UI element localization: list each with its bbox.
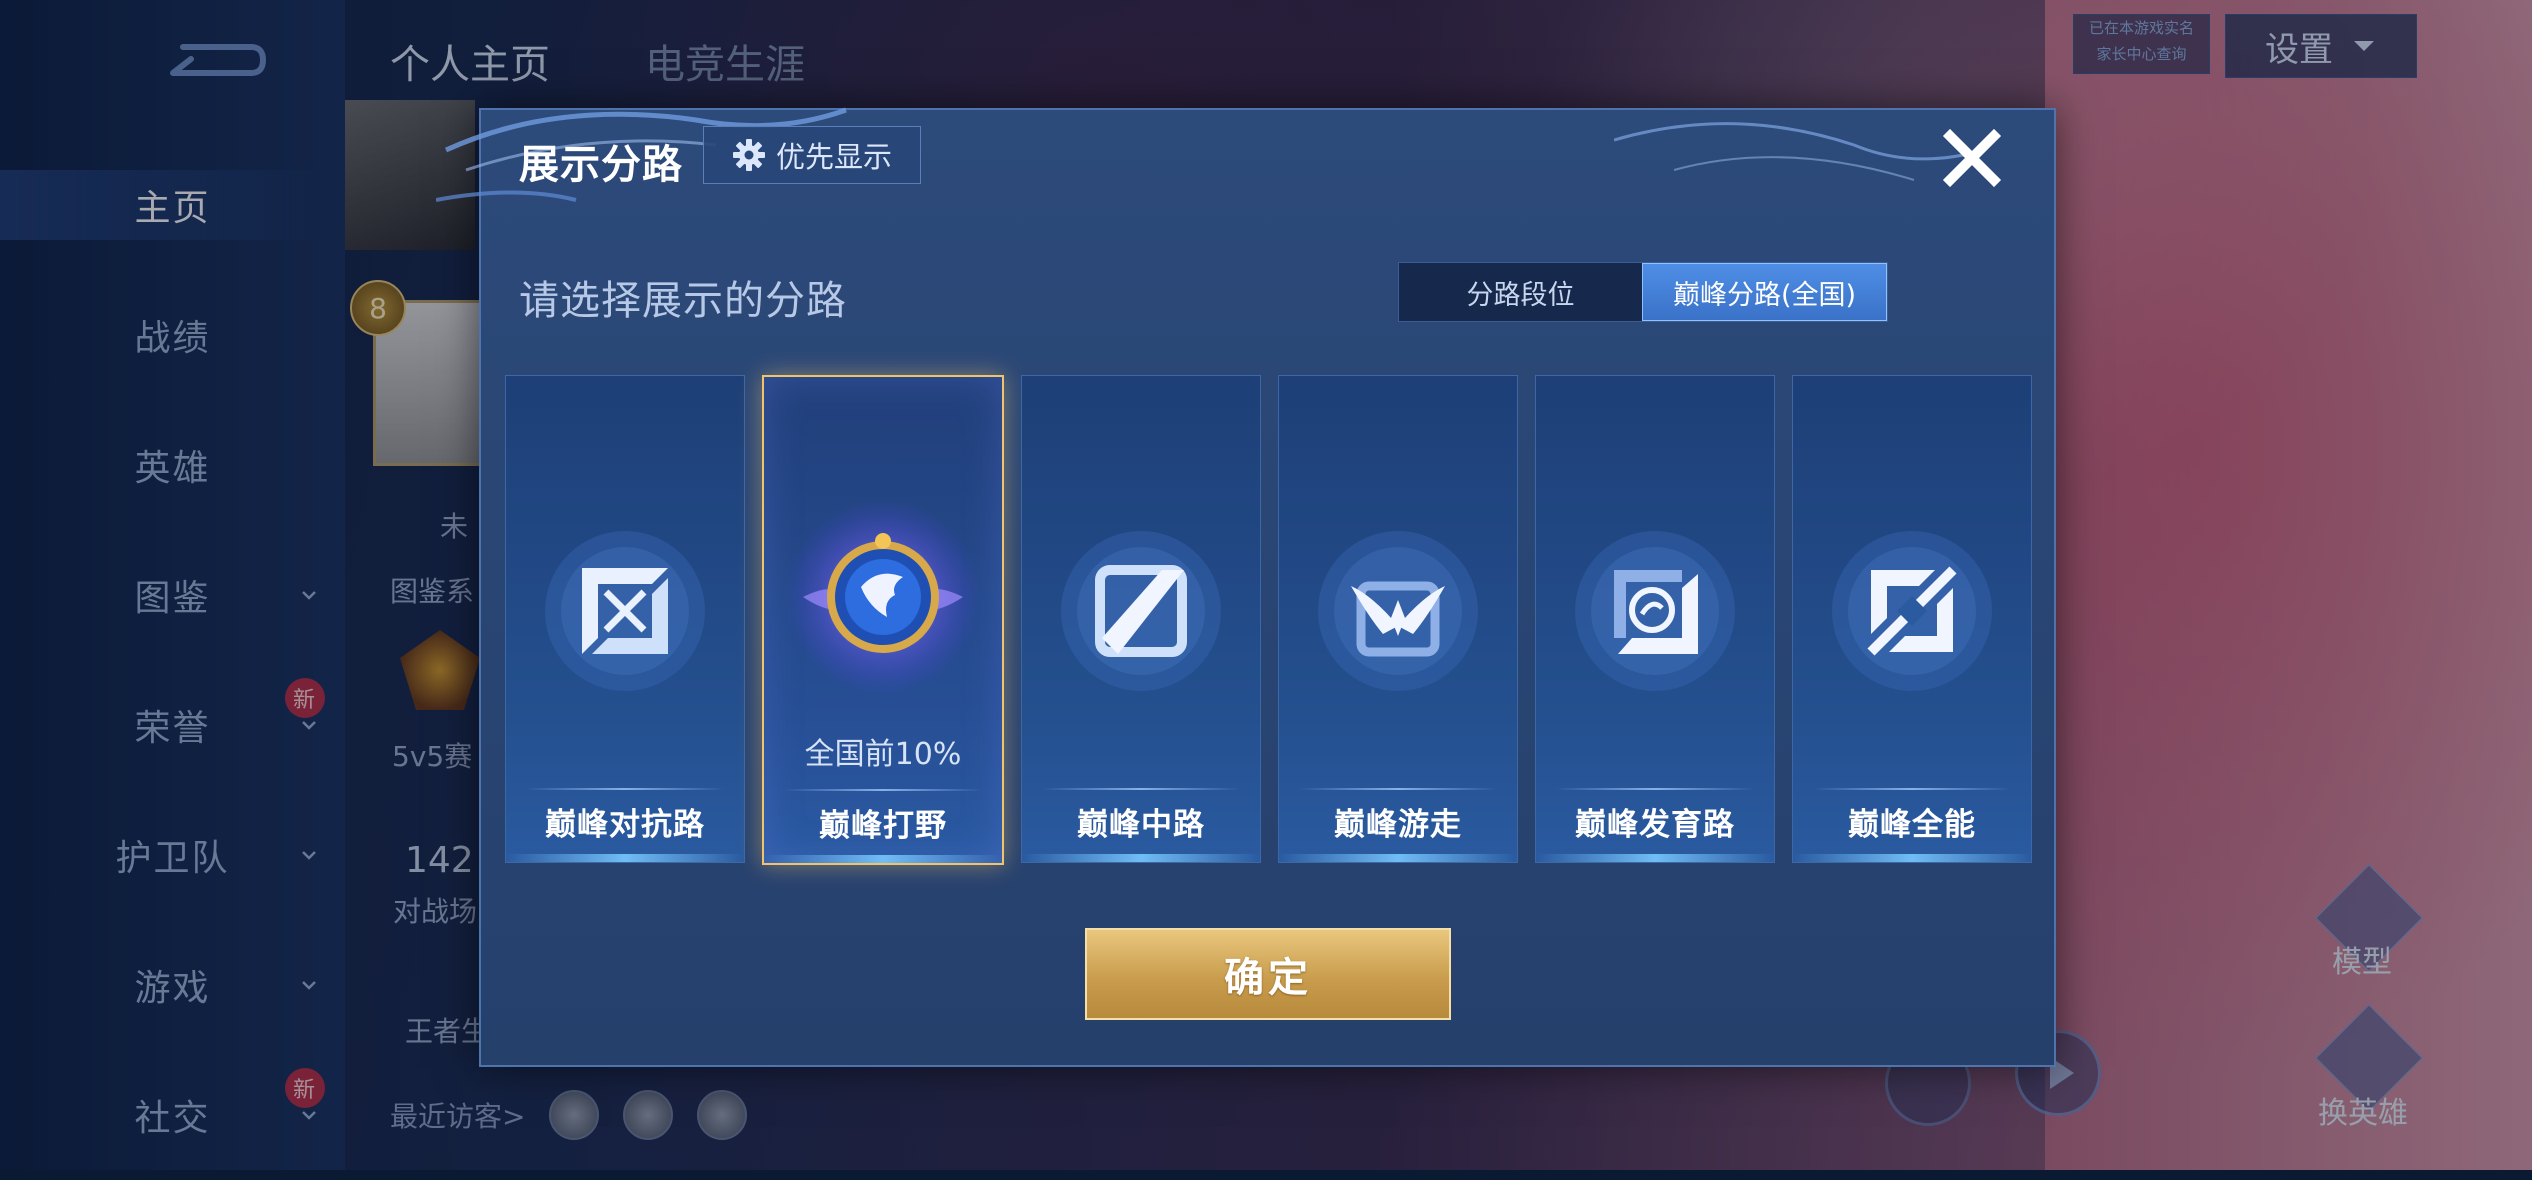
toggle-peak-lane-national[interactable]: 巅峰分路(全国)	[1642, 263, 1887, 321]
lane-name: 巅峰游走	[1334, 807, 1462, 843]
lane-name: 巅峰打野	[819, 808, 947, 844]
lane-card-farm[interactable]: 巅峰发育路	[1535, 375, 1775, 863]
priority-display-button[interactable]: 优先显示	[703, 126, 921, 184]
lane-display-dialog: 展示分路 优先显示 请选择展示的分路 分路段位 巅峰分路(全国) 巅峰对抗路 全…	[436, 107, 2056, 1067]
lane-divider	[1813, 788, 2011, 790]
lane-glow	[1536, 854, 1774, 862]
lane-name: 巅峰全能	[1848, 807, 1976, 843]
lane-card-mid[interactable]: 巅峰中路	[1021, 375, 1261, 863]
confirm-label: 确定	[1224, 955, 1312, 1001]
lane-name: 巅峰中路	[1077, 807, 1205, 843]
lane-glow	[1279, 854, 1517, 862]
lane-divider	[1556, 788, 1754, 790]
gear-icon	[732, 139, 765, 171]
lane-card-roam[interactable]: 巅峰游走	[1278, 375, 1518, 863]
lane-glow	[1793, 854, 2031, 862]
lane-list: 巅峰对抗路 全国前10% 巅峰打野 巅峰中路 巅峰游走 巅峰发育路 巅峰全能	[505, 375, 2032, 865]
lane-divider	[784, 789, 982, 791]
lane-card-clash[interactable]: 巅峰对抗路	[505, 375, 745, 863]
lane-type-toggle: 分路段位 巅峰分路(全国)	[1398, 262, 1888, 322]
clash-lane-icon	[545, 531, 705, 691]
lane-divider	[526, 788, 724, 790]
lane-glow	[1022, 854, 1260, 862]
lane-glow	[506, 854, 744, 862]
lane-glow	[764, 855, 1002, 863]
lane-card-jungle[interactable]: 全国前10% 巅峰打野	[762, 375, 1004, 865]
farm-lane-icon	[1575, 531, 1735, 691]
lane-name: 巅峰发育路	[1575, 807, 1735, 843]
lane-divider	[1042, 788, 1240, 790]
mid-lane-icon	[1061, 531, 1221, 691]
close-icon	[1942, 128, 2002, 188]
dialog-title: 展示分路	[519, 142, 683, 188]
toggle-lane-rank[interactable]: 分路段位	[1399, 263, 1642, 321]
roam-icon	[1318, 531, 1478, 691]
jungle-emblem-icon	[785, 499, 981, 695]
confirm-button[interactable]: 确定	[1085, 928, 1451, 1020]
priority-display-label: 优先显示	[775, 140, 892, 174]
lane-divider	[1299, 788, 1497, 790]
all-round-icon	[1832, 531, 1992, 691]
lane-rank: 全国前10%	[804, 737, 962, 772]
selection-prompt: 请选择展示的分路	[519, 278, 847, 324]
close-button[interactable]	[1936, 122, 2008, 194]
lane-card-all-round[interactable]: 巅峰全能	[1792, 375, 2032, 863]
lane-name: 巅峰对抗路	[545, 807, 705, 843]
